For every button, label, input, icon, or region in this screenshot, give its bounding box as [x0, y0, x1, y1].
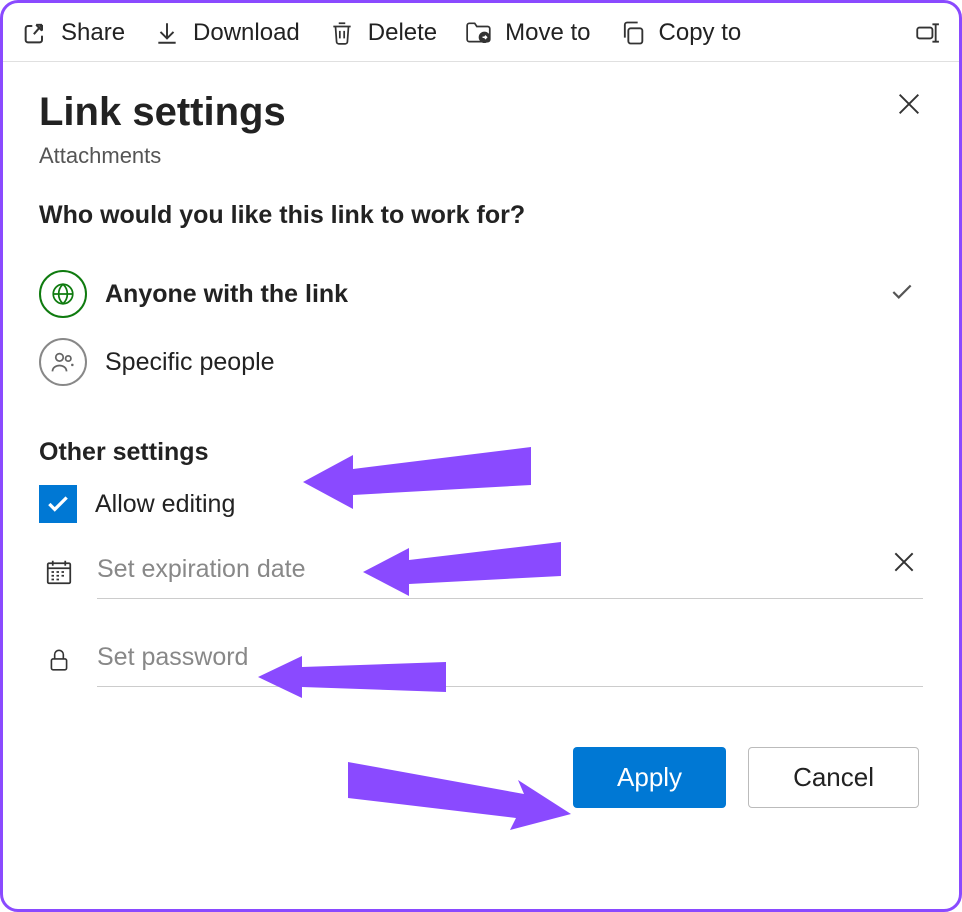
option-anyone-label: Anyone with the link	[105, 280, 871, 309]
panel-subtitle: Attachments	[39, 143, 923, 169]
password-input[interactable]	[97, 633, 923, 687]
share-label: Share	[61, 19, 125, 47]
password-row	[39, 633, 923, 687]
checkmark-icon	[45, 491, 71, 517]
people-icon	[39, 338, 87, 386]
toolbar: Share Download Delete Move to	[3, 3, 959, 62]
trash-icon	[328, 19, 356, 47]
copyto-icon	[619, 19, 647, 47]
delete-button[interactable]: Delete	[328, 19, 437, 47]
lock-icon	[39, 645, 79, 675]
close-icon	[895, 90, 923, 118]
delete-label: Delete	[368, 19, 437, 47]
rename-icon	[913, 19, 941, 47]
download-icon	[153, 19, 181, 47]
allow-editing-label: Allow editing	[95, 490, 235, 519]
panel-question: Who would you like this link to work for…	[39, 201, 923, 230]
link-settings-panel: Link settings Attachments Who would you …	[3, 62, 959, 838]
allow-editing-checkbox[interactable]	[39, 485, 77, 523]
share-icon	[21, 19, 49, 47]
option-specific[interactable]: Specific people	[39, 328, 923, 396]
option-anyone[interactable]: Anyone with the link	[39, 260, 923, 328]
globe-icon	[39, 270, 87, 318]
panel-title: Link settings	[39, 90, 923, 135]
apply-button[interactable]: Apply	[573, 747, 726, 808]
expiration-row	[39, 545, 923, 599]
check-icon	[889, 279, 915, 310]
cancel-button[interactable]: Cancel	[748, 747, 919, 808]
moveto-label: Move to	[505, 19, 590, 47]
expiration-input[interactable]	[97, 545, 923, 599]
x-icon	[891, 549, 917, 575]
more-button[interactable]	[913, 19, 941, 47]
share-button[interactable]: Share	[21, 19, 125, 47]
allow-editing-row: Allow editing	[39, 485, 923, 523]
download-label: Download	[193, 19, 300, 47]
calendar-icon	[39, 557, 79, 587]
download-button[interactable]: Download	[153, 19, 300, 47]
copyto-label: Copy to	[659, 19, 742, 47]
option-specific-label: Specific people	[105, 348, 923, 377]
moveto-button[interactable]: Move to	[465, 19, 590, 47]
other-settings-heading: Other settings	[39, 438, 923, 467]
copyto-button[interactable]: Copy to	[619, 19, 742, 47]
clear-expiration-button[interactable]	[891, 549, 917, 580]
footer: Apply Cancel	[39, 747, 923, 808]
moveto-icon	[465, 19, 493, 47]
close-button[interactable]	[895, 90, 923, 123]
